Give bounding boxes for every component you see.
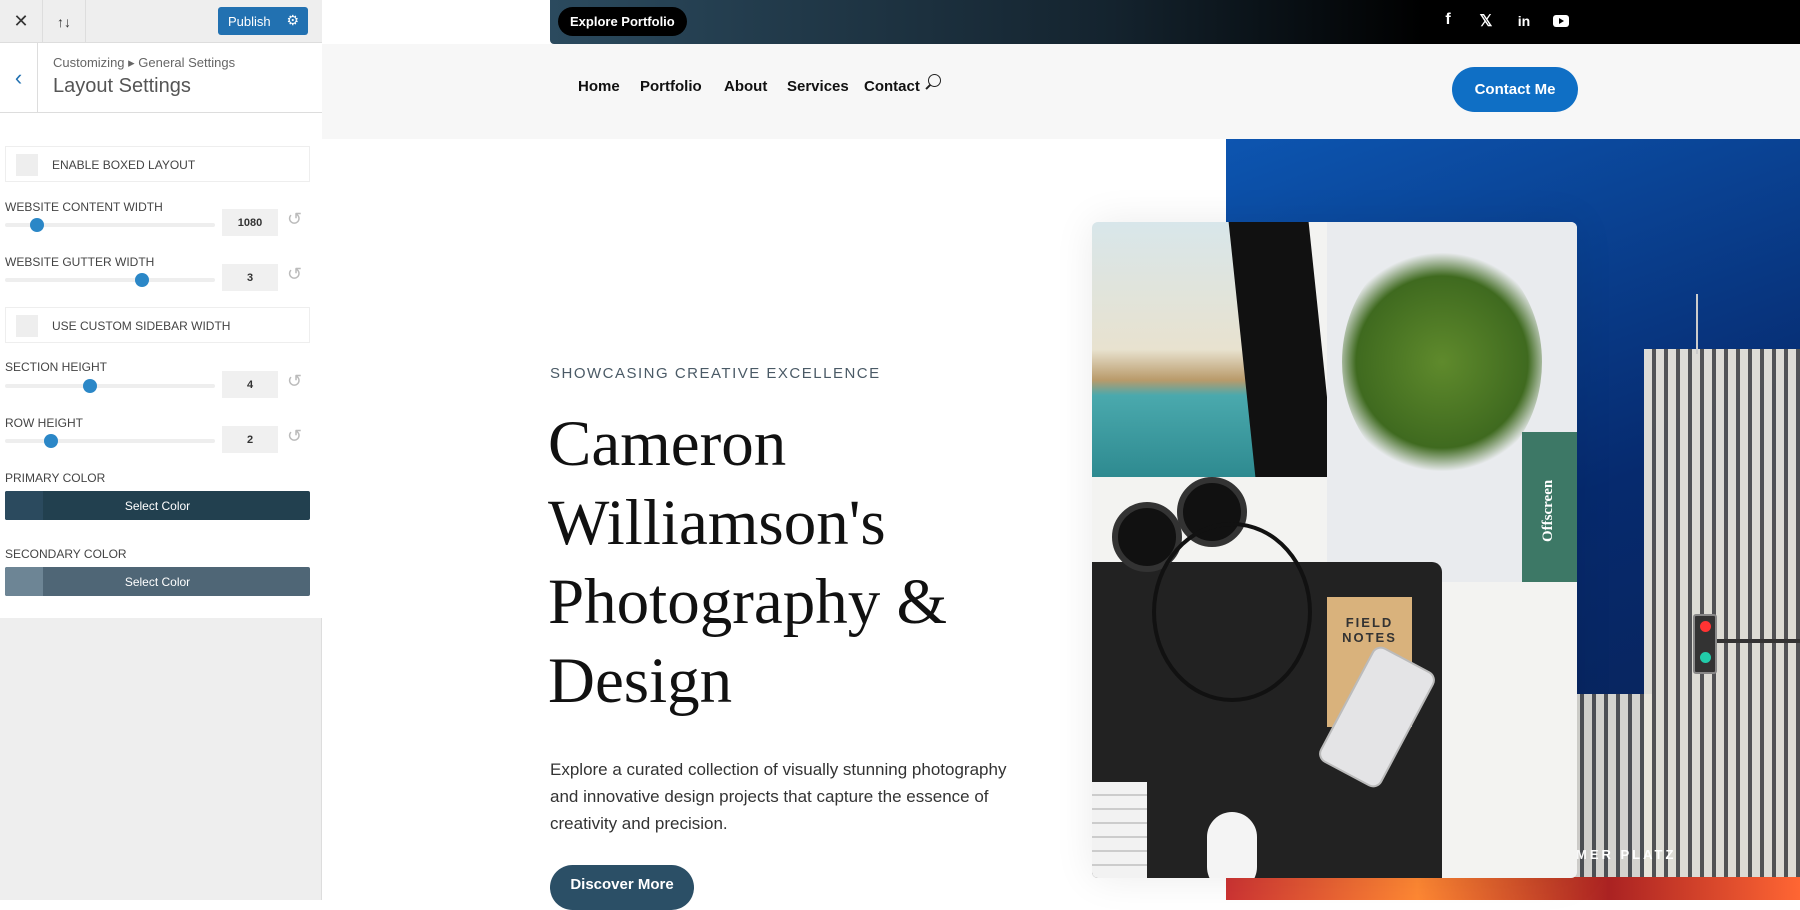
slider-thumb[interactable] — [135, 273, 149, 287]
hero-description: Explore a curated collection of visually… — [550, 760, 1007, 833]
content-width-label: WEBSITE CONTENT WIDTH — [5, 200, 163, 214]
x-icon[interactable]: 𝕏 — [1475, 11, 1497, 31]
nav-contact[interactable]: Contact — [864, 78, 920, 95]
color-swatch — [5, 567, 43, 596]
customizer-sidebar: ✕ ↑↓ Publish ⚙ ‹ Customizing ▸ General S… — [0, 0, 322, 900]
reset-icon[interactable]: ↺ — [287, 426, 302, 447]
site-nav: Home Portfolio About Services Contact Co… — [322, 44, 1800, 139]
section-height-slider[interactable] — [5, 379, 215, 393]
hero-eyebrow: SHOWCASING CREATIVE EXCELLENCE — [550, 365, 881, 382]
publish-label: Publish — [228, 13, 271, 29]
site-topbar: Explore Portfolio f 𝕏 in — [550, 0, 1800, 44]
reset-icon[interactable]: ↺ — [287, 371, 302, 392]
boxed-layout-toggle[interactable]: ENABLE BOXED LAYOUT — [5, 146, 310, 182]
custom-sidebar-toggle[interactable]: USE CUSTOM SIDEBAR WIDTH — [5, 307, 310, 343]
section-height-input[interactable]: 4 — [222, 371, 278, 398]
select-color-label: Select Color — [124, 498, 191, 513]
section-height-label: SECTION HEIGHT — [5, 360, 108, 374]
section-title: Layout Settings — [53, 75, 191, 97]
arrows-up-down-icon[interactable]: ↑↓ — [43, 0, 86, 43]
close-icon[interactable]: ✕ — [0, 0, 43, 43]
nav-portfolio[interactable]: Portfolio — [640, 78, 702, 95]
linkedin-icon[interactable]: in — [1513, 13, 1535, 29]
back-chevron-icon[interactable]: ‹ — [0, 43, 38, 113]
row-height-slider[interactable] — [5, 434, 215, 448]
secondary-color-label: SECONDARY COLOR — [5, 547, 127, 561]
select-color-label: Select Color — [124, 574, 191, 589]
primary-color-label: PRIMARY COLOR — [5, 471, 106, 485]
explore-portfolio-button[interactable]: Explore Portfolio — [558, 7, 687, 36]
hero-title: Cameron Williamson's Photography & Desig… — [548, 408, 948, 717]
slider-thumb[interactable] — [30, 218, 44, 232]
nav-home[interactable]: Home — [578, 78, 620, 95]
magazine-text: Offscreen — [1540, 479, 1556, 542]
content-width-slider[interactable] — [5, 218, 215, 232]
discover-more-button[interactable]: Discover More — [550, 865, 694, 910]
row-height-label: ROW HEIGHT — [5, 416, 83, 430]
custom-sidebar-label: USE CUSTOM SIDEBAR WIDTH — [52, 319, 231, 333]
gutter-width-label: WEBSITE GUTTER WIDTH — [5, 255, 155, 269]
checkbox[interactable] — [16, 154, 38, 176]
reset-icon[interactable]: ↺ — [287, 264, 302, 285]
checkbox[interactable] — [16, 315, 38, 337]
secondary-color-button[interactable]: Select Color — [5, 567, 310, 596]
search-icon[interactable] — [925, 74, 941, 90]
content-width-input[interactable]: 1080 — [222, 209, 278, 236]
sign-text: MER PLATZ — [1576, 847, 1677, 862]
gutter-width-slider[interactable] — [5, 273, 215, 287]
reset-icon[interactable]: ↺ — [287, 209, 302, 230]
slider-thumb[interactable] — [44, 434, 58, 448]
publish-button[interactable]: Publish ⚙ — [218, 7, 308, 35]
slider-thumb[interactable] — [83, 379, 97, 393]
color-swatch — [5, 491, 43, 520]
desk-photo: Offscreen FIELD NOTES — [1092, 222, 1577, 878]
breadcrumb: Customizing ▸ General Settings — [53, 55, 236, 70]
section-header: ‹ Customizing ▸ General Settings Layout … — [0, 43, 322, 113]
primary-color-button[interactable]: Select Color — [5, 491, 310, 520]
gutter-width-input[interactable]: 3 — [222, 264, 278, 291]
boxed-layout-label: ENABLE BOXED LAYOUT — [52, 158, 196, 172]
youtube-icon[interactable] — [1553, 15, 1569, 27]
row-height-input[interactable]: 2 — [222, 426, 278, 453]
contact-me-button[interactable]: Contact Me — [1452, 67, 1578, 112]
nav-about[interactable]: About — [724, 78, 767, 95]
customizer-toolbar: ✕ ↑↓ Publish ⚙ — [0, 0, 322, 43]
gear-icon[interactable]: ⚙ — [286, 12, 299, 29]
facebook-icon[interactable]: f — [1437, 11, 1459, 29]
nav-services[interactable]: Services — [787, 78, 849, 95]
